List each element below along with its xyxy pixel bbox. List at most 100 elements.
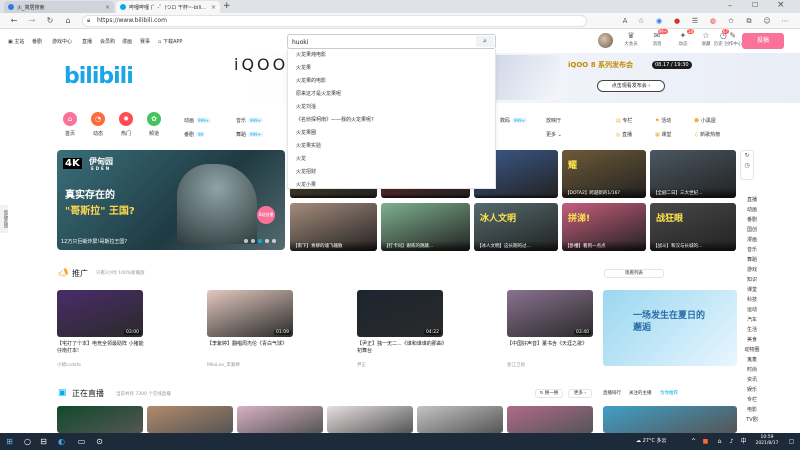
nav-link-anime[interactable]: 番剧 [32, 38, 42, 45]
ime-icon[interactable]: 中 [738, 436, 749, 447]
uploader-name[interactable]: 浙江卫视 [507, 362, 525, 368]
sidebar-item[interactable]: 运动 [744, 306, 760, 313]
nav-dynamic[interactable]: ✦ 18 动态 [671, 29, 695, 47]
live-thumbnail[interactable] [417, 406, 503, 433]
sidebar-item[interactable]: 动物圈 [744, 346, 760, 353]
video-thumbnail[interactable]: 战狂眼 【战斗】和汉与长城的... [650, 203, 736, 251]
sidebar-item[interactable]: 专栏 [744, 396, 760, 403]
refresh-button[interactable]: ↻ 换一换 [535, 389, 563, 398]
promo-video-thumbnail[interactable]: 04:22 [357, 290, 443, 337]
forward-icon[interactable]: → [26, 15, 38, 27]
nav-link-match[interactable]: 赛事 [140, 38, 150, 45]
live-thumbnail[interactable] [57, 406, 143, 433]
ad-banner[interactable]: 一场发生在夏日的邂逅 [603, 290, 737, 366]
sidebar-item[interactable]: 娱乐 [744, 386, 760, 393]
explorer-icon[interactable]: ▭ [76, 436, 87, 447]
channel-hot-label[interactable]: 热门 [114, 130, 138, 137]
more-menu-icon[interactable]: ⋯ [780, 16, 790, 26]
suggestion-item[interactable]: 火龙刘淦 [288, 101, 495, 114]
search-icon[interactable]: ○ [22, 436, 33, 447]
extra-classroom[interactable]: ▦ 课堂 [655, 131, 671, 138]
account-icon[interactable]: ☺ [762, 16, 772, 26]
sidebar-item[interactable]: 资讯 [744, 376, 760, 383]
edge-icon[interactable]: ◐ [56, 436, 67, 447]
extension-icon[interactable]: ◉ [654, 16, 664, 26]
suggestion-item[interactable]: 火龙果 [288, 62, 495, 75]
browser-tab-bilibili[interactable]: 哔哩哔哩 (゜-゜)つロ 干杯~-bili... × [116, 1, 220, 13]
video-thumbnail[interactable]: 【打卡同】跟练的跳跳... [381, 203, 470, 251]
live-thumbnail[interactable] [327, 406, 413, 433]
refresh-icon[interactable]: ↻ [44, 15, 56, 27]
task-view-icon[interactable]: ⊟ [38, 436, 49, 447]
sidebar-item[interactable]: 直播 [744, 196, 760, 203]
more-button[interactable]: 更多 › [568, 389, 592, 398]
promo-video-title[interactable]: 【宅打了个本】电竞全领最助阵 小猪能仔南打本! [57, 341, 145, 355]
sidebar-item[interactable]: 时尚 [744, 366, 760, 373]
tray-chevron-icon[interactable]: ^ [688, 436, 699, 447]
home-icon[interactable]: ⌂ [62, 15, 74, 27]
home-icon[interactable]: ⌂ [63, 112, 77, 126]
sidebar-item[interactable]: 动画 [744, 206, 760, 213]
volume-icon[interactable]: ♪ [726, 436, 737, 447]
sidebar-item[interactable]: TV剧 [744, 416, 760, 423]
live-thumbnail[interactable] [237, 406, 323, 433]
profile-badge-icon[interactable]: ◍ [708, 16, 718, 26]
nav-link-shop[interactable]: 会员购 [100, 38, 115, 45]
sidebar-item[interactable]: 科技 [744, 296, 760, 303]
promo-video-thumbnail[interactable]: 03:40 [507, 290, 593, 337]
carousel-dot[interactable] [272, 239, 276, 243]
carousel-dot[interactable] [244, 239, 248, 243]
channel-home-label[interactable]: 首页 [58, 130, 82, 137]
sidebar-item[interactable]: 游戏 [744, 266, 760, 273]
category-more[interactable]: 更多 ⌄ [546, 131, 562, 138]
channel-icon[interactable]: ✿ [147, 112, 161, 126]
history-icon[interactable]: ◷ [741, 161, 753, 171]
featured-carousel[interactable]: 4K 伊甸园 EDEN 真实存在的 "哥斯拉" 王国? B站独播 12万只巨蜥炸… [57, 150, 285, 250]
promo-video-title[interactable]: 【李紫婷】翻唱周杰伦《青白气球》 [207, 341, 295, 348]
minimize-icon[interactable]: – [728, 1, 732, 10]
suggestion-item[interactable]: 火龙果圈 [288, 127, 495, 140]
app-icon[interactable]: ⊙ [94, 436, 105, 447]
maximize-icon[interactable]: ☐ [752, 1, 758, 9]
bilibili-logo[interactable]: bilibili [64, 64, 134, 89]
extra-live[interactable]: ◎ 直播 [616, 131, 632, 138]
sidebar-item[interactable]: 番剧 [744, 216, 760, 223]
live-tab-follow[interactable]: 关注的主播 [629, 390, 652, 396]
rank-list-button[interactable]: 现看列表 [604, 269, 664, 278]
sidebar-item[interactable]: 电影 [744, 406, 760, 413]
back-icon[interactable]: ← [8, 15, 20, 27]
nav-link-manga[interactable]: 漫画 [122, 38, 132, 45]
sidebar-item[interactable]: 鬼畜 [744, 356, 760, 363]
sidebar-item[interactable]: 国创 [744, 226, 760, 233]
sidebar-item[interactable]: 知识 [744, 276, 760, 283]
promo-video-thumbnail[interactable]: 03:00 [57, 290, 143, 337]
nav-link-game[interactable]: 游戏中心 [52, 38, 72, 45]
suggestion-item[interactable]: 火龙招财 [288, 166, 495, 179]
category-music[interactable]: 音乐 999+ [236, 117, 264, 124]
avatar[interactable] [598, 33, 613, 48]
channel-dynamic-label[interactable]: 动态 [86, 130, 110, 137]
sidebar-item[interactable]: 美食 [744, 336, 760, 343]
search-icon[interactable]: ⌕ [476, 36, 494, 47]
suggestion-item[interactable]: 火龙小果 [288, 179, 495, 192]
search-input[interactable] [292, 37, 472, 47]
suggestion-item[interactable]: 火龙果的电影 [288, 75, 495, 88]
sidebar-item[interactable]: 漫画 [744, 236, 760, 243]
promo-video-title[interactable]: 【中国好声音】董书含《天涯之歌》 [507, 341, 595, 348]
suggestion-item[interactable]: 《名侦探柯南》——我的火龙果呢? [288, 114, 495, 127]
category-bangumi[interactable]: 番剧 99 [184, 131, 206, 138]
live-tab-recommend[interactable]: 为你推荐 [660, 390, 678, 396]
hot-icon[interactable]: ✹ [119, 112, 133, 126]
sidebar-item[interactable]: 舞蹈 [744, 256, 760, 263]
nav-link-main[interactable]: ▣ 主站 [8, 38, 24, 45]
promo-video-thumbnail[interactable]: 01:09 [207, 290, 293, 337]
sidebar-item[interactable]: 生活 [744, 326, 760, 333]
category-dance[interactable]: 舞蹈 999+ [236, 131, 264, 138]
favorites-bar-icon[interactable]: ✩ [726, 16, 736, 26]
live-thumbnail[interactable] [147, 406, 233, 433]
sidebar-item[interactable]: 汽车 [744, 316, 760, 323]
video-thumbnail[interactable]: 耀【DOTA2】跨越新的1/16? [562, 150, 646, 198]
tabs-icon[interactable]: ⧉ [744, 16, 754, 26]
nav-link-live[interactable]: 直播 [82, 38, 92, 45]
extra-blackroom[interactable]: ☻ 小黑屋 [694, 117, 716, 124]
